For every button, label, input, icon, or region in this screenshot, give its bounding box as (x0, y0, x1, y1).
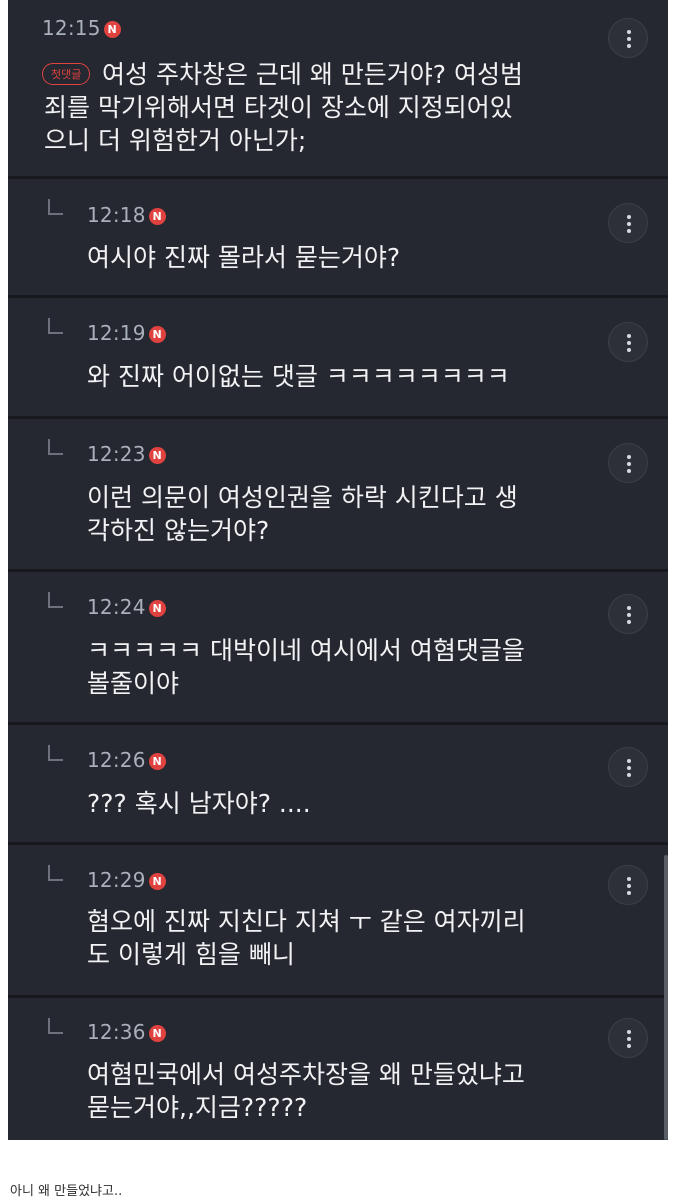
reply-item: 12:29 N 혐오에 진짜 지친다 지쳐 ㅜ 같은 여자끼리 도 이렇게 힘을 … (8, 845, 668, 995)
reply-item: 12:24 N ㅋㅋㅋㅋㅋ 대박이네 여시에서 여혐댓글을 볼줄이야 (8, 572, 668, 722)
comment-item: 12:15 N 첫댓글 여성 주차창은 근데 왜 만든거야? 여성범 죄를 막기위… (8, 0, 668, 176)
comment-text-line: 각하진 않는거야? (87, 516, 270, 545)
new-badge-icon: N (148, 447, 166, 464)
comment-time: 12:36 N (87, 1020, 166, 1044)
reply-arrow-icon (48, 439, 63, 455)
more-vertical-icon (627, 877, 631, 881)
more-options-button[interactable] (608, 1018, 648, 1058)
more-options-button[interactable] (608, 747, 648, 787)
reply-arrow-icon (48, 318, 63, 334)
new-badge-icon: N (148, 600, 166, 617)
new-badge-icon: N (103, 21, 121, 38)
more-vertical-icon (627, 215, 631, 219)
comment-text-line: 와 진짜 어이없는 댓글 ㅋㅋㅋㅋㅋㅋㅋㅋ (87, 362, 510, 391)
comment-text-line: 혐오에 진짜 지친다 지쳐 ㅜ 같은 여자끼리 (87, 907, 526, 936)
reply-item: 12:19 N 와 진짜 어이없는 댓글 ㅋㅋㅋㅋㅋㅋㅋㅋ (8, 298, 668, 416)
new-badge-icon: N (148, 208, 166, 225)
new-badge-icon: N (148, 873, 166, 890)
new-badge-icon: N (148, 1025, 166, 1042)
comment-time: 12:15 N (42, 16, 121, 40)
first-comment-badge: 첫댓글 (42, 63, 91, 85)
more-vertical-icon (627, 30, 631, 34)
comment-text-line: 볼줄이야 (87, 669, 180, 698)
comment-time: 12:19 N (87, 321, 166, 345)
comment-text-line: 여시야 진짜 몰라서 묻는거야? (87, 243, 401, 272)
more-options-button[interactable] (608, 203, 648, 243)
more-vertical-icon (627, 334, 631, 338)
reply-item: 12:18 N 여시야 진짜 몰라서 묻는거야? (8, 179, 668, 295)
more-vertical-icon (627, 1030, 631, 1034)
reply-arrow-icon (48, 865, 63, 881)
comment-time: 12:26 N (87, 748, 166, 772)
new-badge-icon: N (148, 326, 166, 343)
comment-text-line: 으니 더 위험한거 아닌가; (44, 126, 307, 155)
reply-arrow-icon (48, 199, 63, 215)
comment-time: 12:29 N (87, 868, 166, 892)
reply-item: 12:36 N 여혐민국에서 여성주차장을 왜 만들었냐고 묻는거야,,지금???… (8, 998, 668, 1140)
more-options-button[interactable] (608, 443, 648, 483)
reply-arrow-icon (48, 745, 63, 761)
comment-text-line: 여성 주차창은 근데 왜 만든거야? 여성범 (102, 60, 524, 89)
post-caption: 아니 왜 만들었냐고.. (10, 1184, 123, 1199)
comment-time: 12:24 N (87, 595, 166, 619)
comment-panel: 12:15 N 첫댓글 여성 주차창은 근데 왜 만든거야? 여성범 죄를 막기위… (8, 0, 668, 1140)
reply-arrow-icon (48, 592, 63, 608)
more-vertical-icon (627, 455, 631, 459)
comment-text-line: 이런 의문이 여성인권을 하락 시킨다고 생 (87, 483, 518, 512)
more-options-button[interactable] (608, 18, 648, 58)
comment-text-line: ??? 혹시 남자야? .... (87, 789, 311, 818)
more-vertical-icon (627, 606, 631, 610)
comment-text-line: 도 이렇게 힘을 빼니 (87, 940, 295, 969)
comment-text-line: 죄를 막기위해서면 타겟이 장소에 지정되어있 (44, 93, 513, 122)
reply-arrow-icon (48, 1018, 63, 1034)
reply-item: 12:26 N ??? 혹시 남자야? .... (8, 725, 668, 842)
reply-item: 12:23 N 이런 의문이 여성인권을 하락 시킨다고 생 각하진 않는거야? (8, 419, 668, 569)
more-options-button[interactable] (608, 322, 648, 362)
more-vertical-icon (627, 759, 631, 763)
comment-time: 12:23 N (87, 442, 166, 466)
more-options-button[interactable] (608, 865, 648, 905)
comment-text-line: ㅋㅋㅋㅋㅋ 대박이네 여시에서 여혐댓글을 (87, 636, 525, 665)
comment-text-line: 묻는거야,,지금????? (87, 1093, 308, 1122)
scrollbar[interactable] (664, 855, 668, 1140)
new-badge-icon: N (148, 753, 166, 770)
more-options-button[interactable] (608, 594, 648, 634)
comment-text-line: 여혐민국에서 여성주차장을 왜 만들었냐고 (87, 1060, 525, 1089)
comment-time: 12:18 N (87, 203, 166, 227)
